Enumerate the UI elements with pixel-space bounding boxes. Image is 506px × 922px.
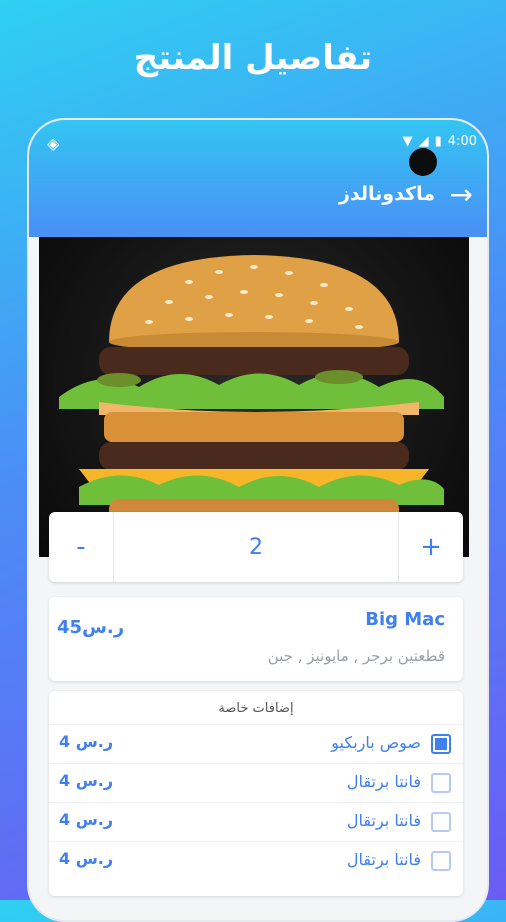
product-info-card: Big Mac قطعتين برجر , مايونيز , جبن ر.س4… — [49, 597, 463, 681]
addon-row[interactable]: فانتا برتقال ر.س 4 — [49, 841, 463, 880]
addon-checkbox[interactable] — [431, 773, 451, 793]
product-price: ر.س45 — [57, 617, 125, 638]
addon-checkbox[interactable] — [431, 812, 451, 832]
promo-title: تفاصيل المنتج — [133, 38, 373, 78]
increase-button[interactable]: + — [399, 512, 463, 582]
camera-cutout — [409, 148, 437, 176]
addon-price: ر.س 4 — [59, 732, 114, 751]
addon-checkbox[interactable] — [431, 851, 451, 871]
addon-checkbox[interactable] — [431, 734, 451, 754]
quantity-value: 2 — [113, 512, 399, 582]
addon-row[interactable]: فانتا برتقال ر.س 4 — [49, 763, 463, 802]
wifi-icon: ▼ — [402, 134, 413, 149]
phone-frame: ◈ ▼ ◢ ▮ 4:00 ماكدونالدز → - 2 + Big Mac … — [27, 118, 489, 922]
back-arrow-icon[interactable]: → — [450, 178, 473, 211]
addon-price: ر.س 4 — [59, 771, 114, 790]
product-description: قطعتين برجر , مايونيز , جبن — [267, 647, 445, 665]
addon-price: ر.س 4 — [59, 849, 114, 868]
addons-title: إضافات خاصة — [218, 701, 294, 716]
status-time: 4:00 — [447, 134, 477, 149]
notification-icon: ◈ — [47, 134, 60, 153]
addon-name: فانتا برتقال — [346, 850, 421, 869]
decrease-button[interactable]: - — [49, 512, 113, 582]
addon-name: صوص باربكيو — [331, 733, 421, 752]
burger-illustration — [59, 255, 444, 539]
addon-price: ر.س 4 — [59, 810, 114, 829]
addon-row[interactable]: فانتا برتقال ر.س 4 — [49, 802, 463, 841]
app-header: ◈ ▼ ◢ ▮ 4:00 ماكدونالدز → — [29, 120, 487, 237]
addon-name: فانتا برتقال — [346, 772, 421, 791]
page-title: ماكدونالدز — [338, 183, 435, 205]
product-image — [39, 237, 469, 557]
addon-name: فانتا برتقال — [346, 811, 421, 830]
product-name: Big Mac — [365, 609, 445, 630]
addon-row[interactable]: صوص باربكيو ر.س 4 — [49, 724, 463, 763]
status-indicators: ▼ ◢ ▮ 4:00 — [403, 134, 477, 149]
addons-card: إضافات خاصة صوص باربكيو ر.س 4 فانتا برتق… — [49, 691, 463, 896]
battery-icon: ▮ — [434, 134, 442, 149]
quantity-stepper: - 2 + — [49, 512, 463, 582]
signal-icon: ◢ — [418, 134, 429, 149]
